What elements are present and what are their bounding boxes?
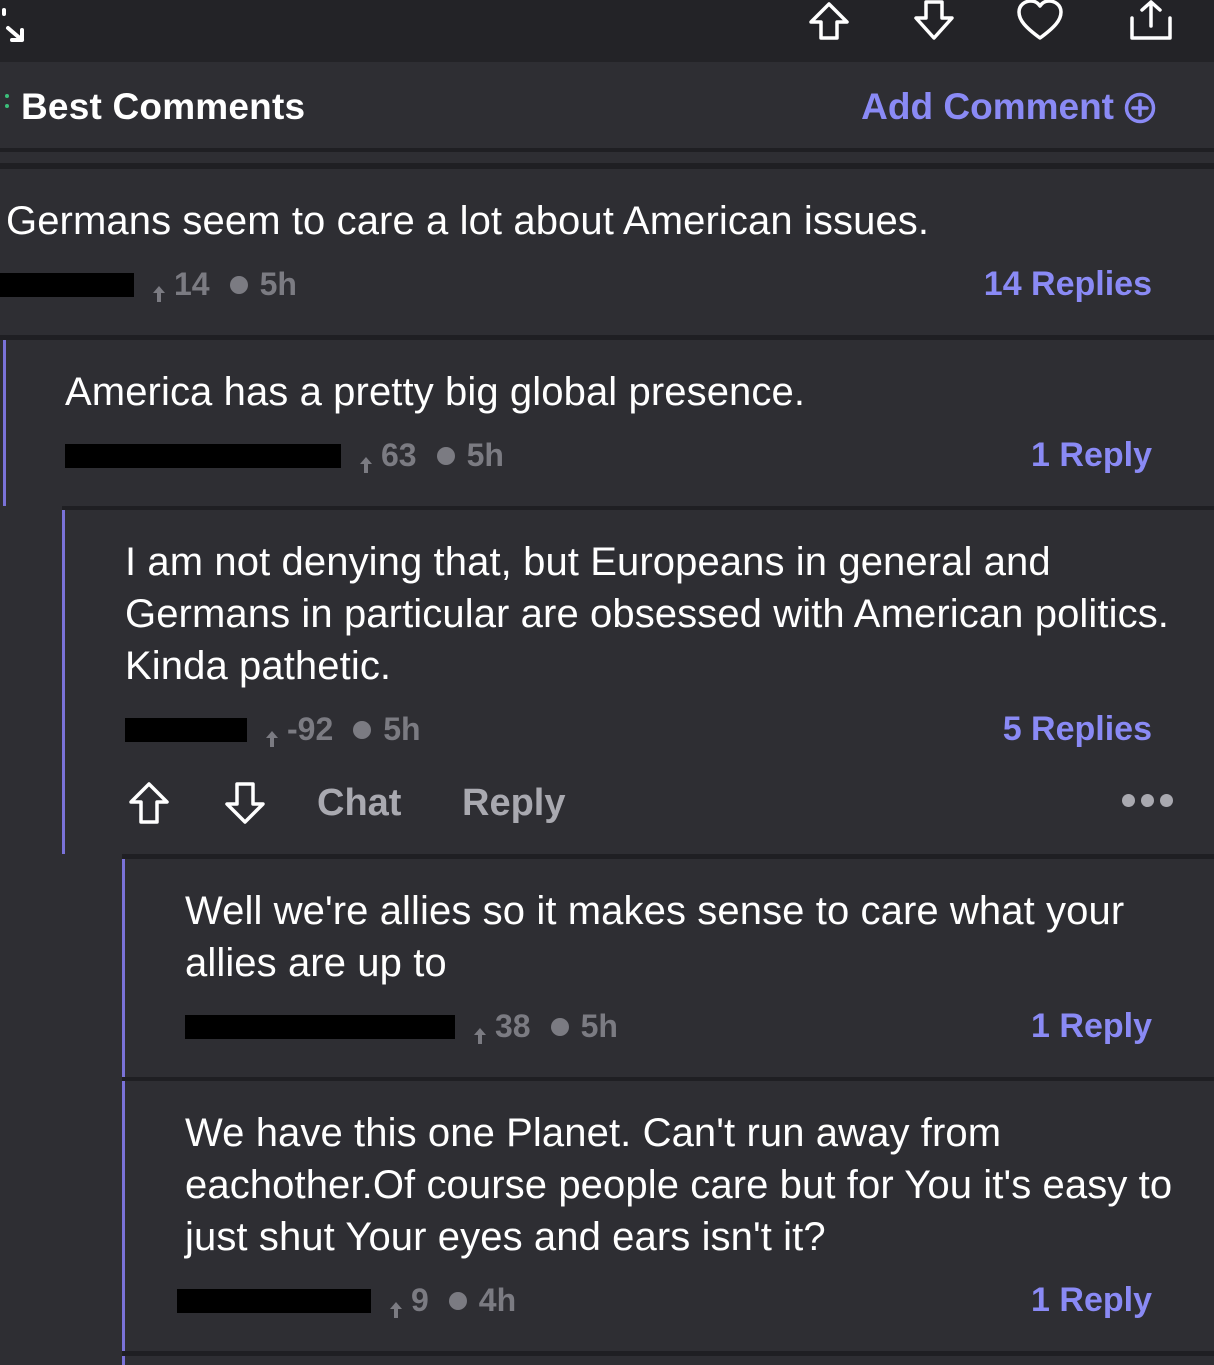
comment-time: 5h — [466, 437, 504, 473]
comment-text: I am not denying that, but Europeans in … — [125, 540, 1170, 688]
vote-count: -92 — [287, 711, 334, 747]
share-icon[interactable] — [1126, 0, 1176, 44]
vote-count: 63 — [381, 437, 417, 473]
replies-link[interactable]: 5 Replies — [1003, 710, 1152, 749]
replies-link[interactable]: 1 Reply — [1031, 436, 1152, 475]
redacted-username — [65, 443, 341, 468]
redacted-username — [177, 1288, 371, 1313]
add-comment-button[interactable]: Add Comment — [861, 86, 1156, 128]
vote-count: 14 — [174, 266, 210, 302]
dot-separator — [229, 275, 248, 294]
dot-separator — [448, 1291, 467, 1310]
comment-time: 4h — [478, 1282, 517, 1318]
comment-meta: 38 5h — [185, 1008, 618, 1045]
reply-button[interactable]: Reply — [462, 782, 565, 825]
thread-bar — [3, 340, 6, 506]
upvote-small-icon — [389, 1291, 403, 1318]
comment-meta: 14 5h — [0, 266, 297, 303]
thread-bar — [122, 1356, 125, 1365]
redacted-username — [185, 1014, 455, 1039]
replies-link[interactable]: 1 Reply — [1031, 1007, 1152, 1046]
replies-link[interactable]: 14 Replies — [984, 265, 1152, 304]
comment-meta: 9 4h — [177, 1282, 516, 1319]
comment-text: Well we're allies so it makes sense to c… — [185, 889, 1125, 985]
comment[interactable]: Well we're allies so it makes sense to c… — [122, 859, 1214, 1077]
comment-meta: -92 5h — [125, 711, 421, 748]
indicator-icon — [5, 94, 10, 116]
comment — [122, 1356, 1214, 1365]
comment-actions: Chat Reply — [125, 780, 1185, 830]
divider — [0, 148, 1214, 152]
heart-icon[interactable] — [1015, 0, 1065, 44]
comment-text: We have this one Planet. Can't run away … — [185, 1111, 1173, 1259]
dot-separator — [436, 446, 455, 465]
redacted-username — [125, 717, 247, 742]
comment-time: 5h — [580, 1008, 618, 1044]
downvote-icon[interactable] — [221, 780, 269, 828]
downvote-icon[interactable] — [909, 0, 959, 44]
plus-circle-icon — [1124, 91, 1156, 124]
comment-meta: 63 5h — [65, 437, 504, 474]
comments-header: Best Comments Add Comment — [0, 62, 1214, 150]
upvote-small-icon — [359, 446, 373, 473]
thread-bar — [62, 510, 65, 854]
comment-text: America has a pretty big global presence… — [65, 370, 806, 414]
upvote-small-icon — [473, 1017, 487, 1044]
chat-button[interactable]: Chat — [317, 782, 401, 825]
comment-time: 5h — [259, 266, 297, 302]
upvote-small-icon — [265, 720, 279, 747]
upvote-icon[interactable] — [125, 780, 173, 828]
comment[interactable]: We have this one Planet. Can't run away … — [122, 1081, 1214, 1351]
top-toolbar — [0, 0, 1214, 62]
add-comment-label: Add Comment — [861, 86, 1114, 127]
comment[interactable]: America has a pretty big global presence… — [3, 340, 1214, 506]
comment[interactable]: Germans seem to care a lot about America… — [0, 169, 1214, 335]
redacted-username — [0, 272, 134, 297]
comment-time: 5h — [383, 711, 421, 747]
comment-text: Germans seem to care a lot about America… — [6, 199, 930, 243]
expand-icon[interactable] — [0, 8, 30, 44]
dot-separator — [353, 720, 372, 739]
more-options-icon[interactable] — [1122, 794, 1173, 807]
upvote-small-icon — [152, 275, 166, 302]
replies-link[interactable]: 1 Reply — [1031, 1281, 1152, 1320]
thread-bar — [122, 1081, 125, 1351]
vote-count: 9 — [411, 1282, 429, 1318]
vote-count: 38 — [495, 1008, 531, 1044]
thread-bar — [122, 859, 125, 1077]
dot-separator — [550, 1017, 569, 1036]
best-comments-title[interactable]: Best Comments — [21, 86, 305, 128]
upvote-icon[interactable] — [804, 0, 854, 44]
